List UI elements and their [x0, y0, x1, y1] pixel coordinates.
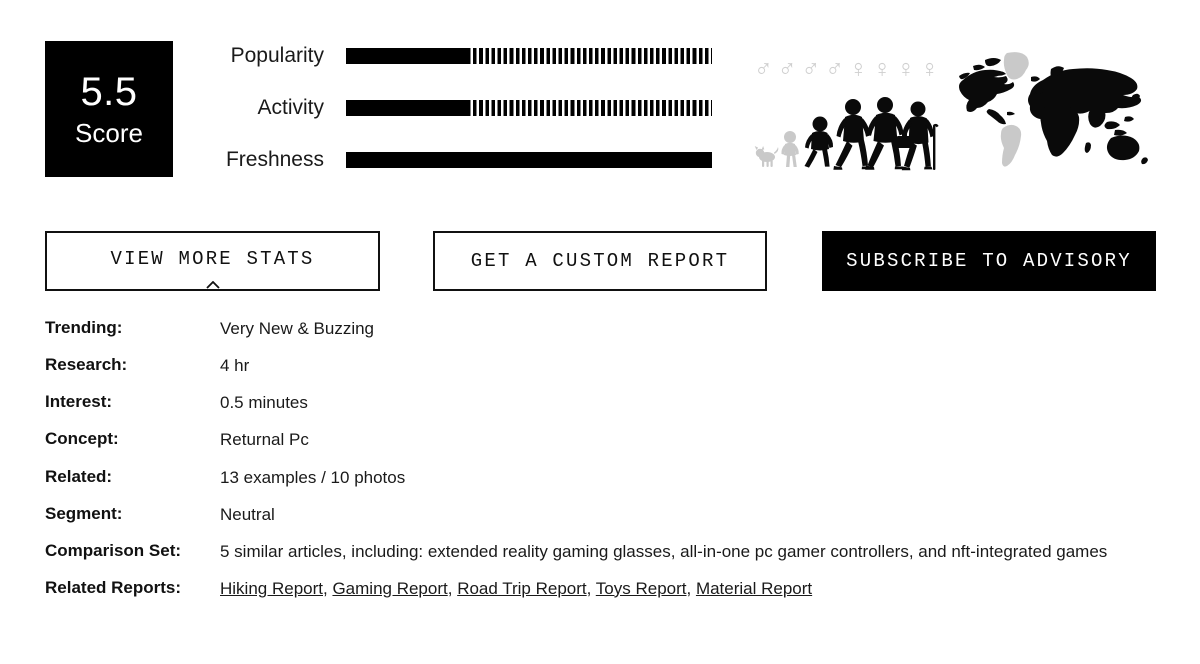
detail-row-related: Related: 13 examples / 10 photos	[45, 466, 1160, 490]
metric-label-activity: Activity	[257, 96, 324, 119]
demographics-graphic: ♂ ♂ ♂ ♂ ♀ ♀ ♀ ♀	[752, 57, 942, 171]
detail-value: Returnal Pc	[220, 430, 309, 450]
detail-value: 4 hr	[220, 356, 250, 376]
summary-strip: 5.5 Score Popularity Activity Freshness	[0, 0, 1200, 200]
view-more-stats-label: VIEW MORE STATS	[110, 247, 315, 270]
metric-track-activity	[346, 100, 712, 116]
detail-row-related-reports: Related Reports: Hiking Report, Gaming R…	[45, 577, 1160, 601]
male-icon: ♂	[825, 55, 844, 83]
detail-row-segment: Segment: Neutral	[45, 503, 1160, 527]
detail-row-trending: Trending: Very New & Buzzing	[45, 317, 1160, 341]
related-reports-links: Hiking Report, Gaming Report, Road Trip …	[220, 577, 1160, 601]
detail-row-interest: Interest: 0.5 minutes	[45, 391, 1160, 415]
metric-fill-activity	[346, 100, 467, 116]
female-icon: ♀	[849, 55, 868, 83]
related-report-link[interactable]: Toys Report	[596, 579, 687, 598]
detail-label: Concept:	[45, 429, 119, 449]
detail-row-research: Research: 4 hr	[45, 354, 1160, 378]
related-report-link[interactable]: Road Trip Report	[457, 579, 586, 598]
related-report-link[interactable]: Gaming Report	[332, 579, 447, 598]
detail-label: Comparison Set:	[45, 540, 182, 560]
detail-label: Segment:	[45, 503, 123, 523]
subscribe-advisory-button[interactable]: SUBSCRIBE TO ADVISORY	[822, 231, 1156, 291]
metric-bars: Popularity Activity Freshness	[190, 41, 730, 197]
detail-value: Very New & Buzzing	[220, 319, 375, 338]
chevron-up-icon	[205, 273, 220, 289]
detail-row-comparison-set: Comparison Set: 5 similar articles, incl…	[45, 540, 1160, 564]
metric-row-popularity: Popularity	[190, 41, 730, 93]
get-custom-report-label: GET A CUSTOM REPORT	[470, 250, 730, 272]
metric-remainder-activity	[466, 100, 712, 116]
score-badge: 5.5 Score	[45, 41, 173, 177]
metric-track-popularity	[346, 48, 712, 64]
female-icon: ♀	[872, 55, 892, 83]
female-icon: ♀	[920, 55, 939, 83]
detail-value: 0.5 minutes	[220, 393, 308, 413]
metric-fill-popularity	[346, 48, 467, 64]
detail-value: Neutral	[220, 504, 275, 524]
metric-remainder-popularity	[466, 48, 712, 64]
detail-list: Trending: Very New & Buzzing Research: 4…	[45, 317, 1160, 614]
male-icon: ♂	[754, 55, 773, 83]
metric-row-activity: Activity	[190, 93, 730, 145]
metric-row-freshness: Freshness	[190, 145, 730, 197]
link-separator: ,	[586, 578, 596, 598]
detail-label: Trending:	[45, 318, 123, 337]
link-separator: ,	[686, 578, 696, 598]
detail-value: 13 examples / 10 photos	[220, 467, 406, 487]
metric-fill-freshness	[346, 152, 712, 168]
detail-label: Related:	[45, 466, 113, 486]
detail-label: Research:	[45, 355, 128, 375]
score-caption: Score	[75, 118, 143, 148]
age-progression-icon	[752, 81, 942, 171]
view-more-stats-button[interactable]: VIEW MORE STATS	[45, 231, 380, 291]
detail-label: Interest:	[45, 392, 113, 412]
world-map-icon	[955, 50, 1155, 170]
metric-label-freshness: Freshness	[225, 148, 324, 171]
gender-symbol-row: ♂ ♂ ♂ ♂ ♀ ♀ ♀ ♀	[754, 57, 939, 82]
female-icon: ♀	[896, 55, 916, 83]
link-separator: ,	[447, 578, 458, 598]
male-icon: ♂	[777, 55, 797, 83]
subscribe-advisory-label: SUBSCRIBE TO ADVISORY	[846, 250, 1132, 272]
detail-value: 5 similar articles, including: extended …	[220, 541, 1108, 561]
get-custom-report-button[interactable]: GET A CUSTOM REPORT	[433, 231, 767, 291]
related-report-link[interactable]: Material Report	[696, 579, 812, 598]
related-report-link[interactable]: Hiking Report	[220, 579, 323, 598]
score-value: 5.5	[80, 70, 138, 114]
metric-track-freshness	[346, 152, 712, 168]
male-icon: ♂	[801, 55, 821, 83]
detail-label: Related Reports:	[45, 577, 182, 597]
metric-label-popularity: Popularity	[230, 44, 324, 67]
detail-row-concept: Concept: Returnal Pc	[45, 428, 1160, 452]
